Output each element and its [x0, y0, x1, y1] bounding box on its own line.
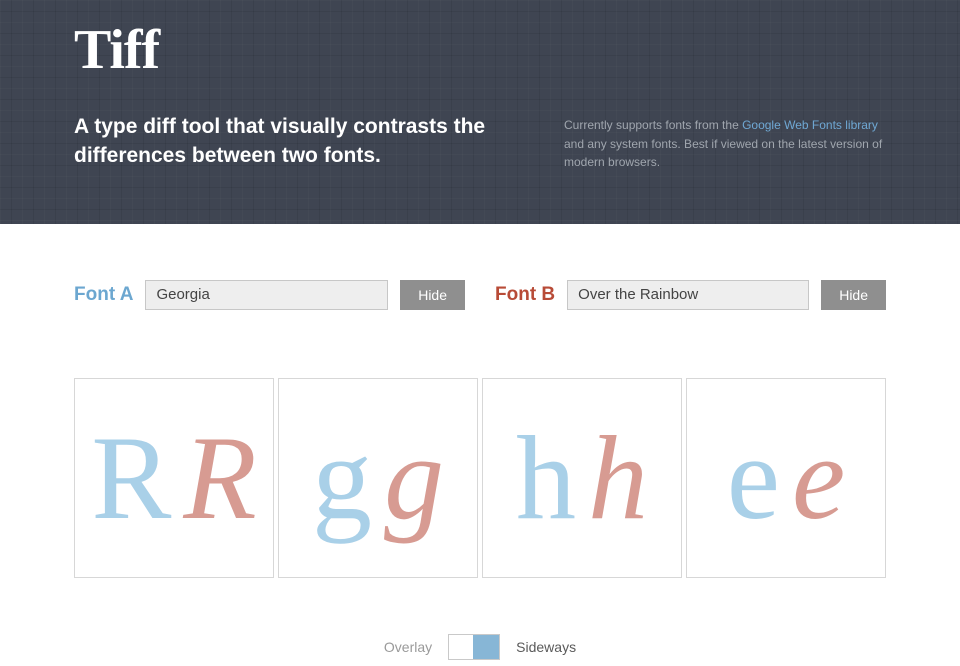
font-a-hide-button[interactable]: Hide	[400, 280, 465, 310]
support-text: Currently supports fonts from the Google…	[564, 112, 886, 172]
letter-font-a: h	[516, 418, 576, 538]
header: Tiff A type diff tool that visually cont…	[0, 0, 960, 224]
letter-font-a: R	[91, 418, 171, 538]
font-a-input[interactable]	[145, 280, 388, 310]
font-b-hide-button[interactable]: Hide	[821, 280, 886, 310]
font-a-label: Font A	[74, 284, 133, 306]
logo: Tiff	[74, 18, 886, 82]
letter-grid: R R g g h h e e	[74, 310, 886, 578]
letter-cell: h h	[482, 378, 682, 578]
toggle-label-overlay: Overlay	[384, 639, 432, 655]
font-b-input[interactable]	[567, 280, 809, 310]
support-suffix: and any system fonts. Best if viewed on …	[564, 137, 882, 170]
toggle-label-sideways: Sideways	[516, 639, 576, 655]
font-controls: Font A Hide Font B Hide	[74, 224, 886, 310]
letter-cell: e e	[686, 378, 886, 578]
letter-font-b: h	[588, 418, 648, 538]
letter-cell: g g	[278, 378, 478, 578]
letter-font-b: g	[384, 418, 444, 538]
font-a-group: Font A Hide	[74, 280, 465, 310]
toggle-knob	[473, 635, 499, 659]
support-prefix: Currently supports fonts from the	[564, 118, 742, 132]
font-b-group: Font B Hide	[495, 280, 886, 310]
letter-font-b: R	[183, 418, 256, 538]
google-fonts-link[interactable]: Google Web Fonts library	[742, 118, 878, 132]
letter-font-a: g	[312, 418, 372, 538]
tagline: A type diff tool that visually contrasts…	[74, 112, 524, 172]
letter-font-a: e	[727, 418, 780, 538]
view-toggle-row: Overlay Sideways	[74, 578, 886, 660]
letter-cell: R R	[74, 378, 274, 578]
letter-font-b: e	[792, 418, 845, 538]
font-b-label: Font B	[495, 284, 555, 306]
view-toggle[interactable]	[448, 634, 500, 660]
